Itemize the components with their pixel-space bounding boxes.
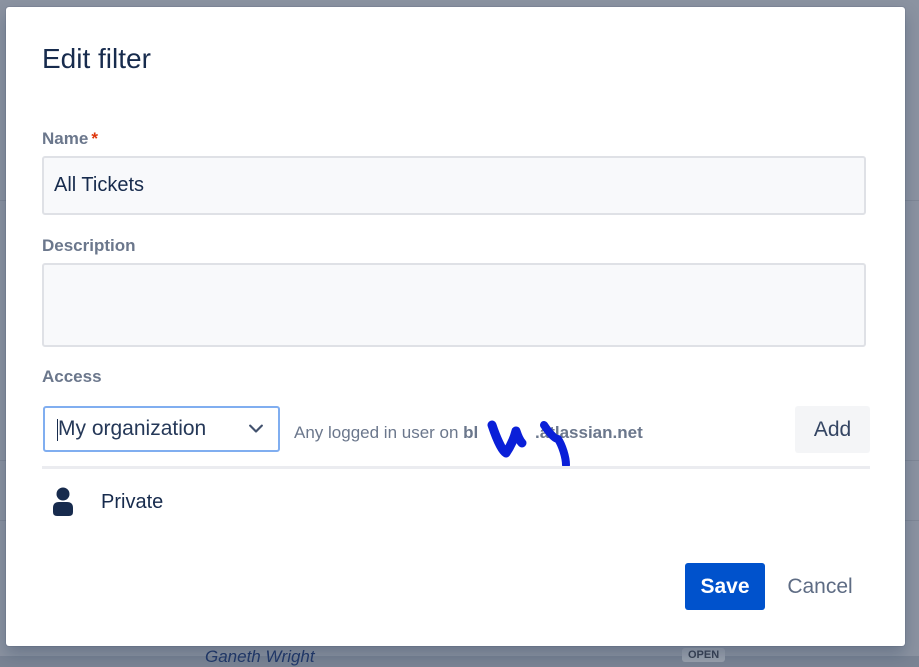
access-select-value: My organization (57, 417, 246, 441)
cancel-button[interactable]: Cancel (774, 563, 866, 610)
background-link: Ganeth Wright (205, 647, 315, 666)
share-item-label: Private (101, 490, 164, 513)
share-list-divider (42, 466, 870, 469)
access-label: Access (42, 367, 102, 386)
description-label: Description (42, 236, 136, 255)
share-item-private: Private (52, 487, 163, 517)
dialog-title: Edit filter (42, 43, 151, 74)
name-input[interactable] (42, 156, 866, 215)
chevron-down-icon (249, 424, 263, 433)
save-button[interactable]: Save (685, 563, 765, 610)
access-select[interactable]: My organization (43, 406, 280, 452)
background-status-badge: OPEN (682, 648, 726, 662)
edit-filter-dialog: Edit filter Name* Description Access My … (6, 7, 905, 646)
text-cursor (57, 419, 58, 441)
site-suffix: atlassian.net (539, 423, 643, 442)
description-input[interactable] (42, 263, 866, 347)
name-label: Name * (42, 129, 98, 149)
site-name: blxxxxxx.atlassian.net (463, 423, 643, 442)
name-label-text: Name (42, 129, 89, 148)
add-share-button[interactable]: Add (795, 406, 870, 453)
required-marker: * (91, 129, 98, 148)
person-icon (53, 487, 73, 516)
access-select-text: My organization (58, 417, 207, 440)
access-description-prefix: Any logged in user on (294, 423, 464, 442)
access-description: Any logged in user on blxxxxxx.atlassian… (294, 423, 643, 443)
